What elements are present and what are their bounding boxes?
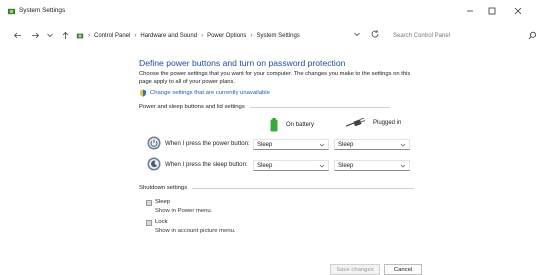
sleep-checkbox-description: Show in Power menu.: [155, 208, 213, 214]
address-bar[interactable]: › Control Panel › Hardware and Sound › P…: [74, 28, 384, 43]
power-button-row: When I press the power button:: [147, 136, 261, 150]
lock-checkbox-row[interactable]: Lock: [146, 219, 167, 226]
power-button-icon: [147, 136, 161, 150]
search-icon[interactable]: [528, 31, 537, 40]
lock-checkbox-description: Show in account picture menu.: [155, 228, 236, 234]
breadcrumb-power-options[interactable]: Power Options: [207, 33, 246, 39]
minimize-icon[interactable]: [464, 5, 476, 17]
sleep-checkbox-row[interactable]: Sleep: [146, 199, 170, 206]
refresh-icon[interactable]: [370, 29, 380, 39]
change-settings-link-text[interactable]: Change settings that are currently unava…: [150, 90, 270, 96]
breadcrumb-system-settings[interactable]: System Settings: [256, 33, 299, 39]
recent-locations-chevron-icon[interactable]: [45, 30, 55, 40]
sleep-checkbox-label[interactable]: Sleep: [155, 199, 170, 205]
select-value: Sleep: [338, 162, 354, 169]
power-button-label: When I press the power button:: [165, 139, 250, 147]
close-icon[interactable]: [512, 5, 524, 17]
shutdown-section-heading: Shutdown settings: [139, 185, 415, 191]
sleep-button-on-battery-select[interactable]: Sleep: [253, 160, 329, 171]
breadcrumb-chevron-icon: ›: [88, 32, 90, 39]
chevron-down-icon: [400, 164, 406, 168]
address-dropdown-chevron-icon[interactable]: [353, 30, 361, 38]
breadcrumb-chevron-icon[interactable]: ›: [134, 33, 136, 39]
control-panel-icon: [7, 8, 16, 15]
chevron-down-icon: [400, 143, 406, 147]
power-button-plugged-in-select[interactable]: Sleep: [334, 139, 410, 150]
sleep-button-row: When I press the sleep button:: [147, 157, 261, 171]
sleep-button-label: When I press the sleep button:: [165, 160, 248, 168]
breadcrumb-chevron-icon[interactable]: ›: [250, 33, 252, 39]
window-title: System Settings: [19, 7, 66, 14]
battery-icon: [270, 118, 278, 132]
plugged-in-label: Plugged in: [373, 120, 402, 126]
navigation-bar: › Control Panel › Hardware and Sound › P…: [0, 26, 543, 46]
breadcrumb-hardware-and-sound[interactable]: Hardware and Sound: [140, 33, 197, 39]
power-section-heading: Power and sleep buttons and lid settings: [139, 104, 390, 110]
on-battery-label: On battery: [286, 122, 315, 128]
control-panel-icon: [76, 33, 84, 38]
search-input[interactable]: Search Control Panel: [393, 33, 450, 39]
breadcrumb-chevron-icon[interactable]: ›: [201, 33, 203, 39]
save-changes-button[interactable]: Save changes: [330, 264, 380, 275]
breadcrumb-control-panel[interactable]: Control Panel: [94, 33, 130, 39]
sleep-button-plugged-in-select[interactable]: Sleep: [334, 160, 410, 171]
page-description: Choose the power settings that you want …: [139, 71, 411, 85]
section-divider: [192, 187, 415, 189]
section-divider: [249, 106, 390, 108]
power-button-on-battery-select[interactable]: Sleep: [253, 139, 329, 150]
shutdown-section-heading-text: Shutdown settings: [139, 185, 188, 191]
select-value: Sleep: [338, 141, 354, 148]
power-plug-icon: [345, 118, 365, 127]
lock-checkbox[interactable]: [146, 219, 152, 226]
cancel-button[interactable]: Cancel: [384, 264, 422, 275]
sleep-checkbox[interactable]: [146, 199, 152, 206]
power-section-heading-text: Power and sleep buttons and lid settings: [139, 104, 245, 110]
on-battery-column-header: On battery: [270, 118, 314, 132]
lock-checkbox-label[interactable]: Lock: [155, 219, 167, 225]
uac-shield-icon: [140, 89, 146, 97]
page-title: Define power buttons and turn on passwor…: [139, 58, 346, 68]
select-value: Sleep: [257, 162, 273, 169]
forward-arrow-icon[interactable]: [30, 30, 40, 40]
title-bar: System Settings: [0, 0, 543, 22]
maximize-icon[interactable]: [486, 5, 498, 17]
search-box[interactable]: Search Control Panel: [387, 28, 539, 43]
sleep-button-icon: [147, 157, 161, 171]
change-settings-link[interactable]: Change settings that are currently unava…: [139, 89, 270, 97]
select-value: Sleep: [257, 141, 273, 148]
up-arrow-icon[interactable]: [60, 30, 70, 40]
chevron-down-icon: [319, 164, 325, 168]
back-arrow-icon[interactable]: [12, 30, 22, 40]
chevron-down-icon: [319, 143, 325, 147]
plugged-in-column-header: Plugged in: [345, 118, 401, 128]
